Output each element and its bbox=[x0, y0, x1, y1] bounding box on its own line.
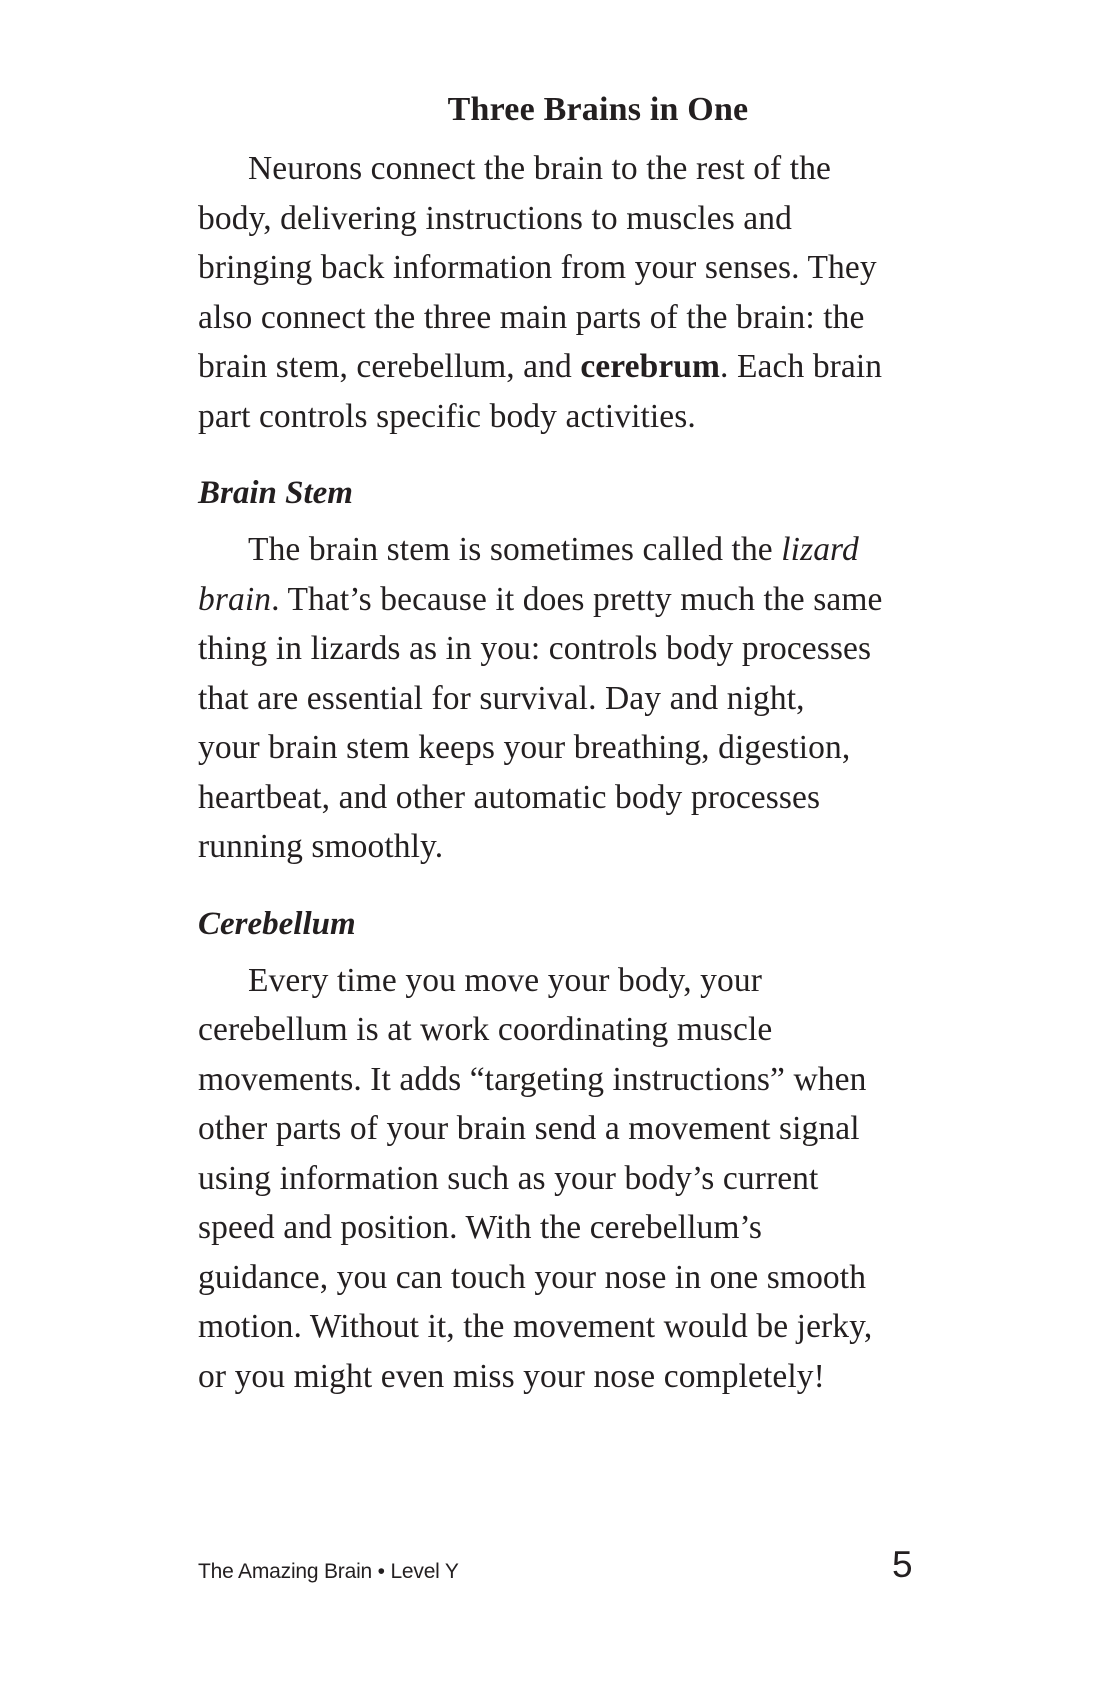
cerebellum-line-7: guidance, you can touch your nose in one… bbox=[198, 1258, 867, 1296]
brain-stem-line-4: that are essential for survival. Day and… bbox=[198, 679, 805, 717]
intro-line-3: bringing back information from your sens… bbox=[198, 249, 877, 286]
lizard-italic: lizard bbox=[781, 531, 859, 568]
cerebellum-line-1: Every time you move your body, your bbox=[248, 961, 762, 999]
intro-paragraph: Neurons connect the brain to the rest of… bbox=[198, 144, 998, 441]
brain-stem-line-1: The brain stem is sometimes called the l… bbox=[198, 525, 998, 575]
footer-book-title: The Amazing Brain • Level Y bbox=[198, 1560, 459, 1583]
brain-stem-heading: Brain Stem bbox=[198, 475, 353, 511]
brain-stem-paragraph: The brain stem is sometimes called the l… bbox=[198, 525, 998, 872]
intro-line-6: part controls specific body activities. bbox=[198, 397, 696, 435]
glossary-term-cerebrum: cerebrum bbox=[580, 348, 721, 385]
intro-line-5: brain stem, cerebellum, and cerebrum. Ea… bbox=[198, 342, 998, 392]
brain-stem-line-2-end: . That’s because it does pretty much the… bbox=[271, 580, 883, 618]
brain-stem-line-5: your brain stem keeps your breathing, di… bbox=[198, 729, 851, 766]
cerebellum-paragraph: Every time you move your body, your cere… bbox=[198, 956, 998, 1402]
cerebellum-line-6: speed and position. With the cerebellum’… bbox=[198, 1209, 763, 1246]
page-title: Three Brains in One bbox=[447, 91, 749, 128]
cerebellum-line-4: other parts of your brain send a movemen… bbox=[198, 1110, 860, 1147]
cerebellum-line-3: movements. It adds “targeting instructio… bbox=[198, 1060, 867, 1098]
brain-stem-line-3: thing in lizards as in you: controls bod… bbox=[198, 630, 872, 667]
brain-stem-line-6: heartbeat, and other automatic body proc… bbox=[198, 778, 821, 816]
brain-stem-line-2: brain. That’s because it does pretty muc… bbox=[198, 575, 998, 625]
intro-line-4: also connect the three main parts of the… bbox=[198, 298, 865, 336]
page-number: 5 bbox=[892, 1544, 913, 1585]
intro-line-5-end: . Each brain bbox=[720, 348, 883, 385]
intro-line-1: Neurons connect the brain to the rest of… bbox=[248, 150, 832, 187]
intro-line-5-start: brain stem, cerebellum, and bbox=[198, 348, 581, 385]
brain-stem-line-7: running smoothly. bbox=[198, 828, 444, 865]
brain-italic: brain bbox=[198, 580, 272, 618]
page-content: Three Brains in One Neurons connect the … bbox=[198, 88, 998, 1401]
cerebellum-line-5: using information such as your body’s cu… bbox=[198, 1159, 819, 1197]
cerebellum-line-8: motion. Without it, the movement would b… bbox=[198, 1308, 873, 1345]
cerebellum-line-2: cerebellum is at work coordinating muscl… bbox=[198, 1011, 773, 1048]
intro-line-2: body, delivering instructions to muscles… bbox=[198, 199, 792, 237]
cerebellum-heading: Cerebellum bbox=[198, 905, 356, 942]
cerebellum-line-9: or you might even miss your nose complet… bbox=[198, 1357, 825, 1395]
brain-stem-line-1-start: The brain stem is sometimes called the bbox=[248, 531, 782, 568]
